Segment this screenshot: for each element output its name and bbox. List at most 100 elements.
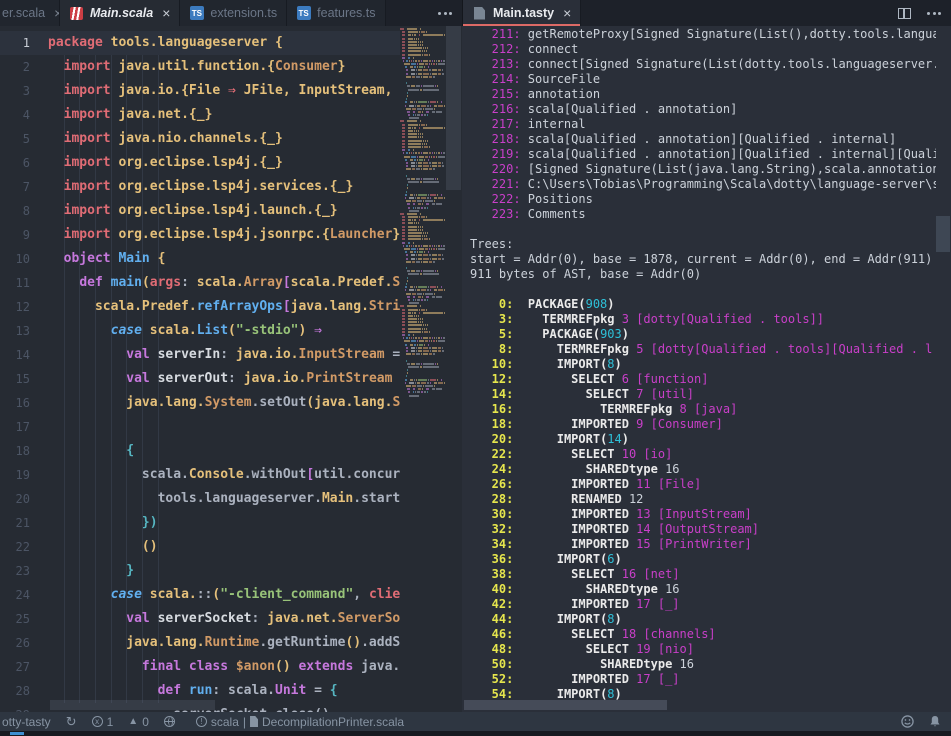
code-line[interactable]: 1package tools.languageserver {: [0, 31, 400, 55]
tasty-output-line[interactable]: 220: [Signed Signature(List(java.lang.St…: [470, 162, 936, 177]
code-line[interactable]: 20 tools.languageserver.Main.startServer…: [0, 487, 400, 511]
tasty-output-line[interactable]: 0: PACKAGE(908): [470, 297, 936, 312]
code-line[interactable]: 3 import java.io.{File ⇒ JFile, InputStr…: [0, 79, 400, 103]
tasty-output-line[interactable]: 34: IMPORTED 15 [PrintWriter]: [470, 537, 936, 552]
vertical-scrollbar-thumb[interactable]: [446, 26, 461, 190]
code-line[interactable]: 4 import java.net.{_}: [0, 103, 400, 127]
sync-button[interactable]: ↻: [66, 715, 77, 728]
language-status-item[interactable]: ! scala | DecompilationPrinter.scala: [196, 715, 404, 729]
code-line[interactable]: 21 }): [0, 511, 400, 535]
code-line[interactable]: 12 scala.Predef.refArrayOps[java.lang.St…: [0, 295, 400, 319]
code-line[interactable]: 5 import java.nio.channels.{_}: [0, 127, 400, 151]
horizontal-scrollbar-thumb[interactable]: [50, 700, 215, 710]
tasty-output-line[interactable]: 40: SHAREDtype 16: [470, 582, 936, 597]
tasty-output-line[interactable]: 211: getRemoteProxy[Signed Signature(Lis…: [470, 27, 936, 42]
editor-right-main-tasty[interactable]: 211: getRemoteProxy[Signed Signature(Lis…: [462, 26, 951, 712]
tasty-output-line[interactable]: [470, 222, 936, 237]
tasty-output-line[interactable]: 216: scala[Qualified . annotation]: [470, 102, 936, 117]
tab-main-scala[interactable]: Main.scala×: [60, 0, 180, 26]
tasty-output-line[interactable]: start = Addr(0), base = 1878, current = …: [470, 252, 936, 267]
code-line[interactable]: 10 object Main {: [0, 247, 400, 271]
tasty-output-line[interactable]: 12: SELECT 6 [function]: [470, 372, 936, 387]
tasty-output-line[interactable]: 44: IMPORT(8): [470, 612, 936, 627]
tasty-output-line[interactable]: 36: IMPORT(6): [470, 552, 936, 567]
line-number: 10: [0, 247, 30, 271]
tasty-output-line[interactable]: 54: IMPORT(8): [470, 687, 936, 702]
code-line[interactable]: 26 java.lang.Runtime.getRuntime().addShu…: [0, 631, 400, 655]
tasty-output-line[interactable]: 214: SourceFile: [470, 72, 936, 87]
code-line[interactable]: 16 java.lang.System.setOut(java.lang.Sys…: [0, 391, 400, 415]
warnings-item[interactable]: ▲ 0: [128, 715, 149, 729]
code-line[interactable]: 18 {: [0, 439, 400, 463]
tasty-output-line[interactable]: 24: SHAREDtype 16: [470, 462, 936, 477]
feedback-smiley-button[interactable]: [901, 715, 914, 728]
tasty-output-line[interactable]: 18: IMPORTED 9 [Consumer]: [470, 417, 936, 432]
more-actions-icon[interactable]: [927, 12, 941, 15]
tasty-output-line[interactable]: 10: IMPORT(8): [470, 357, 936, 372]
code-line[interactable]: 22 (): [0, 535, 400, 559]
tasty-output-line[interactable]: Trees:: [470, 237, 936, 252]
code-line[interactable]: 13 case scala.List("-stdio") ⇒: [0, 319, 400, 343]
tab-er-scala[interactable]: er.scala×: [0, 0, 60, 26]
tasty-output-line[interactable]: 222: Positions: [470, 192, 936, 207]
tasty-output-line[interactable]: 32: IMPORTED 14 [OutputStream]: [470, 522, 936, 537]
tasty-output-line[interactable]: 28: RENAMED 12: [470, 492, 936, 507]
code-line[interactable]: 14 val serverIn: java.io.InputStream = j…: [0, 343, 400, 367]
split-editor-icon[interactable]: [898, 8, 911, 19]
code-line[interactable]: 15 val serverOut: java.io.PrintStream = …: [0, 367, 400, 391]
tasty-output-line[interactable]: 8: TERMREFpkg 5 [dotty[Qualified . tools…: [470, 342, 936, 357]
git-branch-item[interactable]: otty-tasty: [2, 715, 51, 729]
code-line[interactable]: 17: [0, 415, 400, 439]
code-line[interactable]: 24 case scala.::("-client_command", clie…: [0, 583, 400, 607]
code-line[interactable]: 25 val serverSocket: java.net.ServerSock…: [0, 607, 400, 631]
tab-main-tasty[interactable]: Main.tasty×: [463, 0, 581, 26]
code-line[interactable]: 8 import org.eclipse.lsp4j.launch.{_}: [0, 199, 400, 223]
more-actions-icon[interactable]: [438, 12, 452, 15]
tasty-output-line[interactable]: 3: TERMREFpkg 3 [dotty[Qualified . tools…: [470, 312, 936, 327]
tab-features-ts[interactable]: TSfeatures.ts: [287, 0, 385, 26]
tasty-output-line[interactable]: 20: IMPORT(14): [470, 432, 936, 447]
tasty-output-line[interactable]: 52: IMPORTED 17 [_]: [470, 672, 936, 687]
tasty-output-line[interactable]: 16: TERMREFpkg 8 [java]: [470, 402, 936, 417]
tasty-output-line[interactable]: 223: Comments: [470, 207, 936, 222]
tasty-output-line[interactable]: 218: scala[Qualified . annotation][Quali…: [470, 132, 936, 147]
tasty-output-line[interactable]: 48: SELECT 19 [nio]: [470, 642, 936, 657]
tasty-output-line[interactable]: 219: scala[Qualified . annotation][Quali…: [470, 147, 936, 162]
tasty-output-line[interactable]: 42: IMPORTED 17 [_]: [470, 597, 936, 612]
tasty-output-line[interactable]: 26: IMPORTED 11 [File]: [470, 477, 936, 492]
code-line[interactable]: 6 import org.eclipse.lsp4j.{_}: [0, 151, 400, 175]
tasty-output-line[interactable]: 5: PACKAGE(903): [470, 327, 936, 342]
tasty-output-line[interactable]: 14: SELECT 7 [util]: [470, 387, 936, 402]
tasty-output-line[interactable]: 217: internal: [470, 117, 936, 132]
tasty-text: 911 bytes of AST, base = Addr(0): [470, 267, 936, 282]
live-share-item[interactable]: [164, 716, 175, 727]
editor-left-main-scala[interactable]: 1package tools.languageserver {2 import …: [0, 26, 462, 712]
tasty-output-line[interactable]: 38: SELECT 16 [net]: [470, 567, 936, 582]
tasty-output-line[interactable]: 46: SELECT 18 [channels]: [470, 627, 936, 642]
code-line[interactable]: 11 def main(args: scala.Array[scala.Pred…: [0, 271, 400, 295]
tasty-output-line[interactable]: 30: IMPORTED 13 [InputStream]: [470, 507, 936, 522]
tasty-output-line[interactable]: 221: C:\Users\Tobias\Programming\Scala\d…: [470, 177, 936, 192]
code-line[interactable]: 19 scala.Console.withOut[util.concurrent…: [0, 463, 400, 487]
tasty-output-line[interactable]: 212: connect: [470, 42, 936, 57]
vertical-scrollbar-thumb[interactable]: [936, 216, 950, 252]
tasty-output-line[interactable]: [470, 282, 936, 297]
tasty-output-line[interactable]: 215: annotation: [470, 87, 936, 102]
code-line[interactable]: 27 final class $anon() extends java.lang…: [0, 655, 400, 679]
code-line[interactable]: 2 import java.util.function.{Consumer}: [0, 55, 400, 79]
tasty-output-line[interactable]: 213: connect[Signed Signature(List(dotty…: [470, 57, 936, 72]
tab-extension-ts[interactable]: TSextension.ts: [180, 0, 287, 26]
tasty-output-line[interactable]: 22: SELECT 10 [io]: [470, 447, 936, 462]
code-text: case scala.List("-stdio") ⇒: [48, 319, 322, 343]
code-line[interactable]: 9 import org.eclipse.lsp4j.jsonrpc.{Laun…: [0, 223, 400, 247]
close-icon[interactable]: ×: [162, 6, 170, 20]
tasty-output-line[interactable]: 911 bytes of AST, base = Addr(0): [470, 267, 936, 282]
tasty-output-line[interactable]: 50: SHAREDtype 16: [470, 657, 936, 672]
code-line[interactable]: 7 import org.eclipse.lsp4j.services.{_}: [0, 175, 400, 199]
notifications-button[interactable]: [929, 715, 941, 728]
minimap[interactable]: [400, 26, 446, 712]
code-line[interactable]: 23 }: [0, 559, 400, 583]
errors-item[interactable]: x 1: [92, 715, 114, 729]
close-icon[interactable]: ×: [563, 6, 571, 20]
code-area[interactable]: 1package tools.languageserver {2 import …: [0, 26, 400, 712]
